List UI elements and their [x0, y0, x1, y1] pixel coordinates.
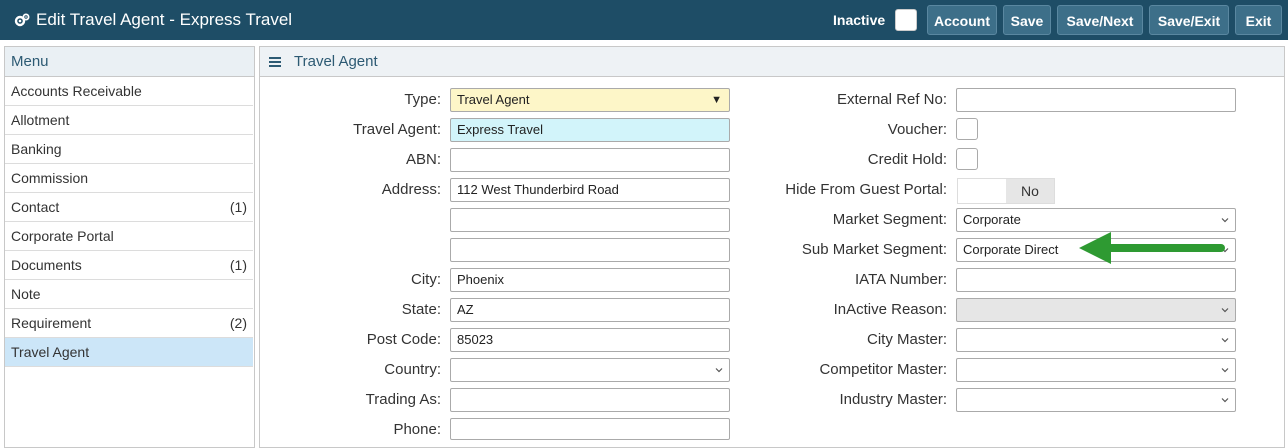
annotation-arrow: [1079, 232, 1225, 264]
city-label: City:: [411, 271, 441, 288]
menu-item-label: Requirement: [11, 315, 92, 331]
menu-item-accounts-receivable[interactable]: Accounts Receivable: [5, 77, 253, 106]
chevron-down-icon: [1221, 398, 1229, 403]
save-next-button[interactable]: Save/Next: [1057, 5, 1143, 35]
main-title: Travel Agent: [294, 53, 378, 70]
menu-item-count: (2): [229, 315, 247, 331]
gears-icon: [14, 13, 30, 27]
hamburger-icon[interactable]: [269, 57, 281, 67]
chevron-down-icon: [1221, 218, 1229, 223]
type-value: Travel Agent: [457, 92, 530, 107]
menu-item-label: Contact: [11, 199, 60, 215]
menu-item-count: (1): [229, 199, 247, 215]
competitor-master-label: Competitor Master:: [819, 361, 947, 378]
market-segment-select[interactable]: Corporate: [956, 208, 1236, 232]
menu-item-label: Documents: [11, 257, 82, 273]
menu-item-commission[interactable]: Commission: [5, 164, 253, 193]
travel-agent-input[interactable]: Express Travel: [450, 118, 730, 142]
hide-from-guest-portal-label: Hide From Guest Portal:: [785, 181, 947, 198]
sub-market-segment-value: Corporate Direct: [963, 242, 1059, 257]
chevron-down-icon: [1221, 338, 1229, 343]
voucher-label: Voucher:: [887, 121, 947, 138]
iata-number-label: IATA Number:: [855, 271, 947, 288]
industry-master-select[interactable]: [956, 388, 1236, 412]
inactive-checkbox[interactable]: [895, 9, 917, 31]
main-header: Travel Agent: [260, 47, 1284, 77]
external-ref-label: External Ref No:: [836, 91, 947, 108]
external-ref-input[interactable]: [956, 88, 1236, 112]
menu-item-label: Accounts Receivable: [11, 83, 142, 99]
menu-item-allotment[interactable]: Allotment: [5, 106, 253, 135]
post-code-input[interactable]: 85023: [450, 328, 730, 352]
city-master-label: City Master:: [866, 331, 947, 348]
menu-item-label: Banking: [11, 141, 62, 157]
country-select[interactable]: [450, 358, 730, 382]
sub-market-segment-label: Sub Market Segment:: [801, 241, 947, 258]
menu-title: Menu: [11, 53, 49, 70]
chevron-down-icon: [715, 368, 723, 373]
inactive-reason-select[interactable]: [956, 298, 1236, 322]
menu-item-travel-agent[interactable]: Travel Agent: [5, 338, 253, 367]
account-button[interactable]: Account: [927, 5, 997, 35]
inactive-reason-label: InActive Reason:: [833, 301, 947, 318]
menu-item-label: Note: [11, 286, 41, 302]
trading-as-label: Trading As:: [365, 391, 441, 408]
menu-item-documents[interactable]: Documents (1): [5, 251, 253, 280]
state-label: State:: [401, 301, 441, 318]
address-label: Address:: [381, 181, 441, 198]
menu-item-label: Corporate Portal: [11, 228, 114, 244]
competitor-master-select[interactable]: [956, 358, 1236, 382]
market-segment-value: Corporate: [963, 212, 1021, 227]
industry-master-label: Industry Master:: [839, 391, 947, 408]
phone-input[interactable]: [450, 418, 730, 440]
credit-hold-label: Credit Hold:: [867, 151, 947, 168]
menu-item-label: Commission: [11, 170, 89, 186]
abn-label: ABN:: [405, 151, 441, 168]
state-input[interactable]: AZ: [450, 298, 730, 322]
credit-hold-checkbox[interactable]: [956, 148, 978, 170]
post-code-label: Post Code:: [366, 331, 441, 348]
iata-number-input[interactable]: [956, 268, 1236, 292]
abn-input[interactable]: [450, 148, 730, 172]
address-line3-input[interactable]: [450, 238, 730, 262]
inactive-label: Inactive: [833, 12, 886, 28]
save-button[interactable]: Save: [1003, 5, 1051, 35]
travel-agent-label: Travel Agent:: [353, 121, 441, 138]
menu-header: Menu: [5, 47, 254, 77]
chevron-down-icon: [1221, 308, 1229, 313]
page-title-wrap: Edit Travel Agent - Express Travel: [14, 0, 292, 40]
address-line1-input[interactable]: 112 West Thunderbird Road: [450, 178, 730, 202]
save-exit-button[interactable]: Save/Exit: [1149, 5, 1229, 35]
menu-item-contact[interactable]: Contact (1): [5, 193, 253, 222]
menu-item-label: Allotment: [11, 112, 70, 128]
menu-panel: Menu Accounts Receivable Allotment Banki…: [4, 46, 255, 448]
exit-button[interactable]: Exit: [1235, 5, 1282, 35]
hide-from-guest-portal-toggle[interactable]: No: [957, 178, 1055, 204]
page-title: Edit Travel Agent - Express Travel: [36, 10, 293, 29]
top-bar: Edit Travel Agent - Express Travel Inact…: [0, 0, 1288, 40]
trading-as-input[interactable]: [450, 388, 730, 412]
voucher-checkbox[interactable]: [956, 118, 978, 140]
menu-item-label: Travel Agent: [11, 344, 90, 360]
chevron-down-icon: [1221, 368, 1229, 373]
menu-item-corporate-portal[interactable]: Corporate Portal: [5, 222, 253, 251]
menu-item-count: (1): [229, 257, 247, 273]
type-label: Type:: [404, 91, 441, 108]
menu-item-note[interactable]: Note: [5, 280, 253, 309]
city-master-select[interactable]: [956, 328, 1236, 352]
menu-item-requirement[interactable]: Requirement (2): [5, 309, 253, 338]
address-line2-input[interactable]: [450, 208, 730, 232]
country-label: Country:: [384, 361, 441, 378]
phone-label: Phone:: [393, 421, 441, 438]
menu-item-banking[interactable]: Banking: [5, 135, 253, 164]
toggle-no-option: No: [1006, 179, 1054, 203]
market-segment-label: Market Segment:: [832, 211, 947, 228]
type-select[interactable]: Travel Agent ▼: [450, 88, 730, 112]
city-input[interactable]: Phoenix: [450, 268, 730, 292]
dropdown-triangle-icon: ▼: [711, 94, 722, 106]
